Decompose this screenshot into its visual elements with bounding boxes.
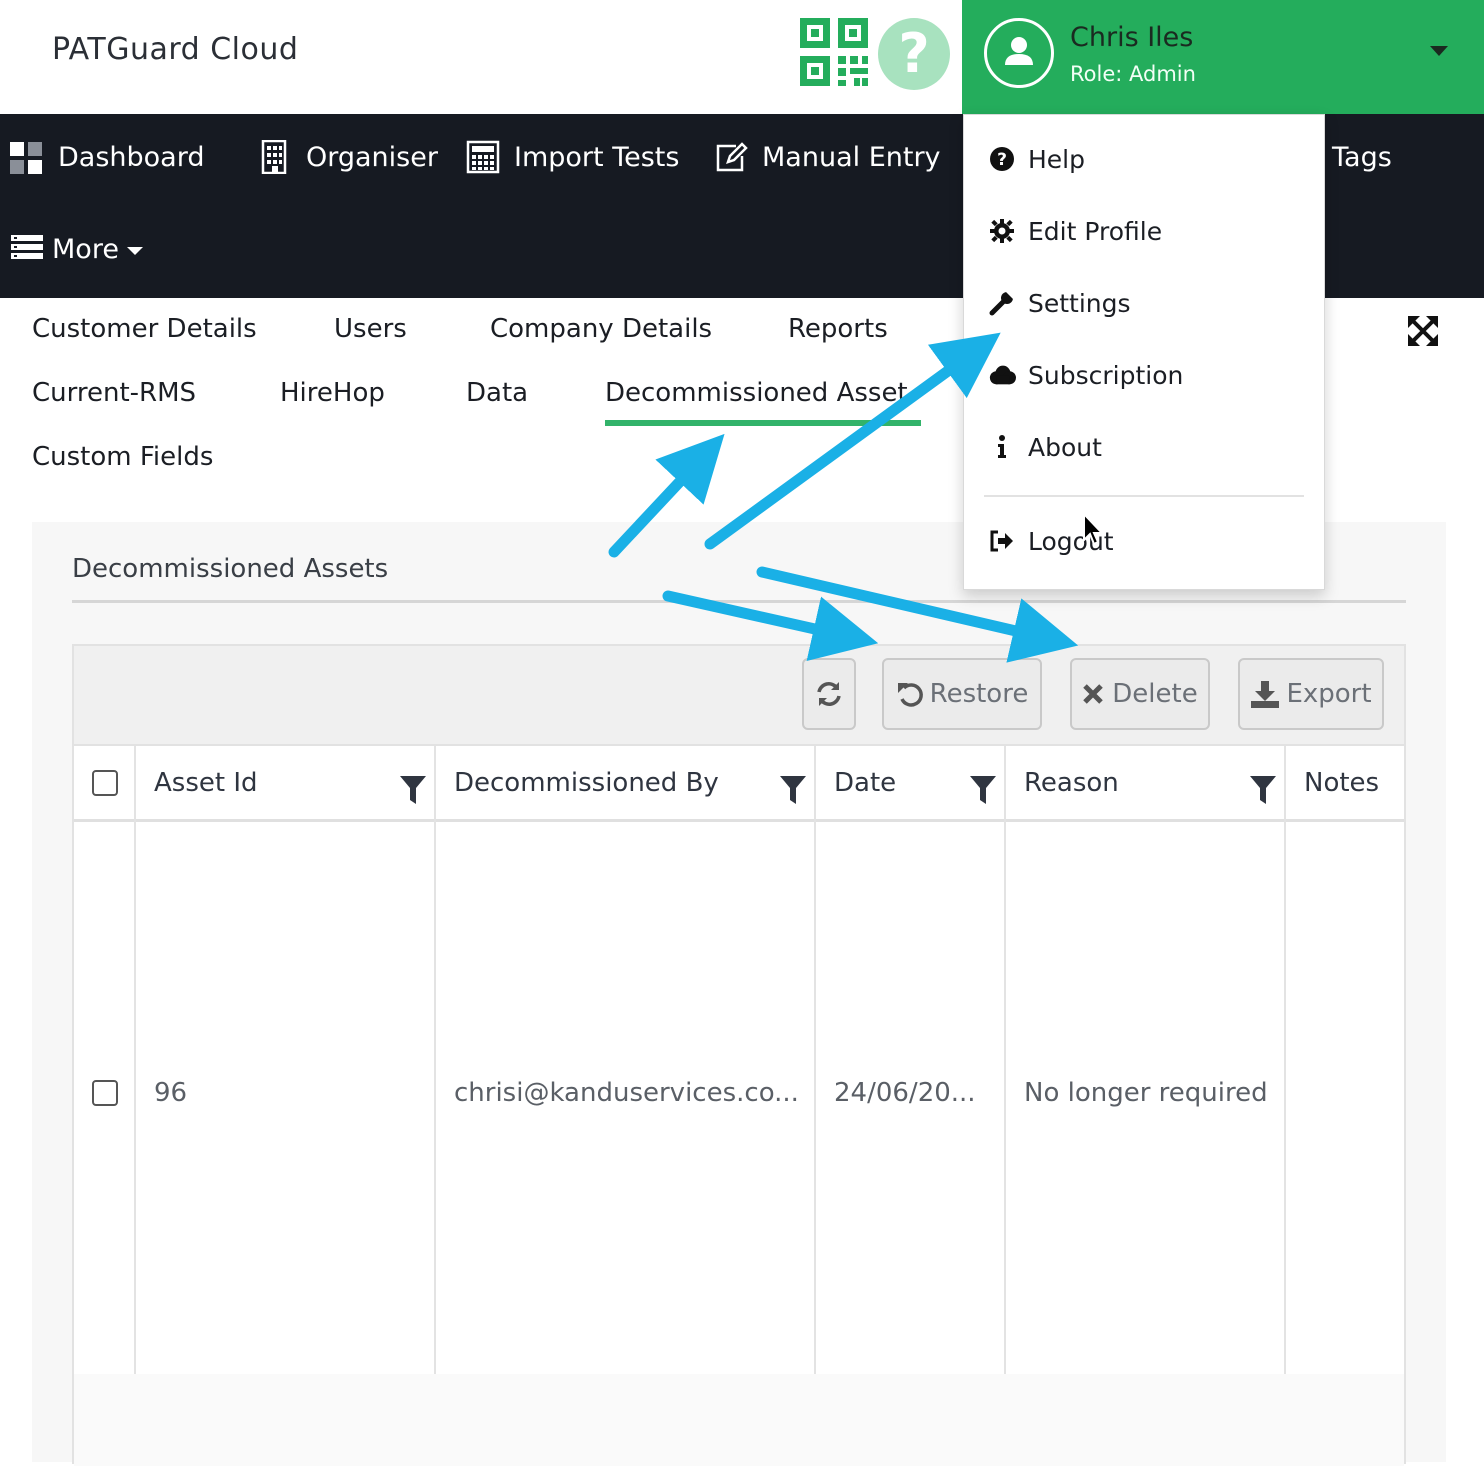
tab-custom-fields[interactable]: Custom Fields [32,442,213,472]
caret-down-icon [126,247,143,255]
column-divider [434,746,436,1466]
user-menu-toggle[interactable]: Chris Iles Role: Admin [962,0,1484,114]
column-divider [814,746,816,1466]
tab-hirehop[interactable]: HireHop [280,378,385,408]
help-question-icon[interactable]: ? [878,18,950,90]
nav-dashboard-label: Dashboard [58,141,205,173]
tab-data[interactable]: Data [466,378,528,408]
column-divider [134,746,136,1466]
cell-reason: No longer required [1024,1078,1268,1108]
nav-import-tests-label: Import Tests [514,141,680,173]
chevron-down-icon[interactable] [1430,46,1448,56]
question-circle-icon: ? [988,145,1016,173]
building-icon [261,140,287,174]
refresh-icon [817,682,841,706]
decommissioned-panel: Decommissioned Assets Restore Delete Exp… [32,522,1446,1466]
times-icon [1083,684,1104,704]
delete-button[interactable]: Delete [1070,658,1210,730]
nav-manual-entry-label: Manual Entry [762,141,941,173]
filter-icon[interactable] [400,776,426,804]
top-header: PATGuard Cloud ? Chris Iles Role: Admin [0,0,1484,114]
restore-button[interactable]: Restore [882,658,1042,730]
cell-asset-id: 96 [154,1078,188,1108]
svg-text:?: ? [997,150,1007,170]
qr-code-icon[interactable] [800,18,870,86]
wrench-icon [988,289,1016,317]
header-reason[interactable]: Reason [1024,768,1119,798]
filter-icon[interactable] [1250,776,1276,804]
nav-tags[interactable]: Tags [1332,132,1392,182]
nav-manual-entry[interactable]: Manual Entry [714,132,941,182]
menu-about-label: About [1028,432,1102,462]
info-icon [988,433,1016,461]
row-select-checkbox[interactable] [92,1080,118,1106]
menu-settings-label: Settings [1028,288,1131,318]
list-icon [11,235,43,259]
nav-import-tests[interactable]: Import Tests [466,132,679,182]
undo-icon [897,683,923,707]
menu-edit-profile-label: Edit Profile [1028,216,1163,246]
select-all-checkbox[interactable] [92,770,118,796]
nav-organiser[interactable]: Organiser [258,132,438,182]
tab-current-rms[interactable]: Current-RMS [32,378,196,408]
download-icon [1251,681,1280,708]
export-button[interactable]: Export [1238,658,1384,730]
menu-subscription-label: Subscription [1028,360,1184,390]
menu-item-subscription[interactable]: Subscription [989,355,1184,395]
header-date[interactable]: Date [834,768,896,798]
cloud-icon [988,361,1016,389]
tab-decommissioned-assets[interactable]: Decommissioned Asset [605,378,921,426]
user-dropdown-menu: ? Help Edit Profile Settings Subscriptio… [963,114,1325,590]
refresh-button[interactable] [802,658,856,730]
brand-title[interactable]: PATGuard Cloud [52,32,298,67]
nav-tags-label: Tags [1332,141,1392,173]
decommissioned-table: Asset Id Decommissioned By Date Reason N… [72,744,1406,1466]
expand-icon[interactable] [1408,316,1438,346]
menu-item-help[interactable]: ? Help [990,139,1085,179]
menu-item-settings[interactable]: Settings [989,283,1131,323]
header-notes[interactable]: Notes [1304,768,1379,798]
tab-customer-details[interactable]: Customer Details [32,314,257,344]
column-divider [1284,746,1286,1466]
calculator-icon [466,140,500,174]
user-role: Role: Admin [1070,62,1196,86]
mouse-cursor-icon [1083,512,1105,546]
cell-decommissioned-by: chrisi@kanduservices.co... [454,1078,799,1108]
tab-company-details[interactable]: Company Details [490,314,712,344]
cell-date: 24/06/20... [834,1078,976,1108]
restore-label: Restore [929,679,1029,709]
panel-title: Decommissioned Assets [72,554,389,584]
column-divider [1004,746,1006,1466]
nav-more[interactable]: More [10,224,143,274]
menu-help-label: Help [1028,144,1085,174]
table-row[interactable] [74,1374,1404,1466]
export-label: Export [1286,679,1372,709]
menu-item-about[interactable]: About [998,427,1102,467]
table-header: Asset Id Decommissioned By Date Reason N… [74,746,1404,822]
delete-label: Delete [1112,679,1198,709]
logout-icon [988,527,1016,555]
menu-divider [984,495,1304,497]
gear-icon [988,217,1016,245]
user-avatar-icon [984,18,1054,88]
filter-icon[interactable] [970,776,996,804]
panel-divider [72,600,1406,603]
user-name: Chris Iles [1070,22,1194,53]
grid-toolbar: Restore Delete Export [72,644,1406,746]
filter-icon[interactable] [780,776,806,804]
tab-reports[interactable]: Reports [788,314,888,344]
nav-organiser-label: Organiser [306,141,438,173]
edit-icon [716,142,748,172]
header-asset-id[interactable]: Asset Id [154,768,258,798]
tab-users[interactable]: Users [334,314,407,344]
header-decommissioned-by[interactable]: Decommissioned By [454,768,719,798]
nav-more-label: More [52,233,119,265]
menu-item-edit-profile[interactable]: Edit Profile [990,211,1163,251]
nav-dashboard[interactable]: Dashboard [10,132,204,182]
dashboard-icon [10,142,42,174]
